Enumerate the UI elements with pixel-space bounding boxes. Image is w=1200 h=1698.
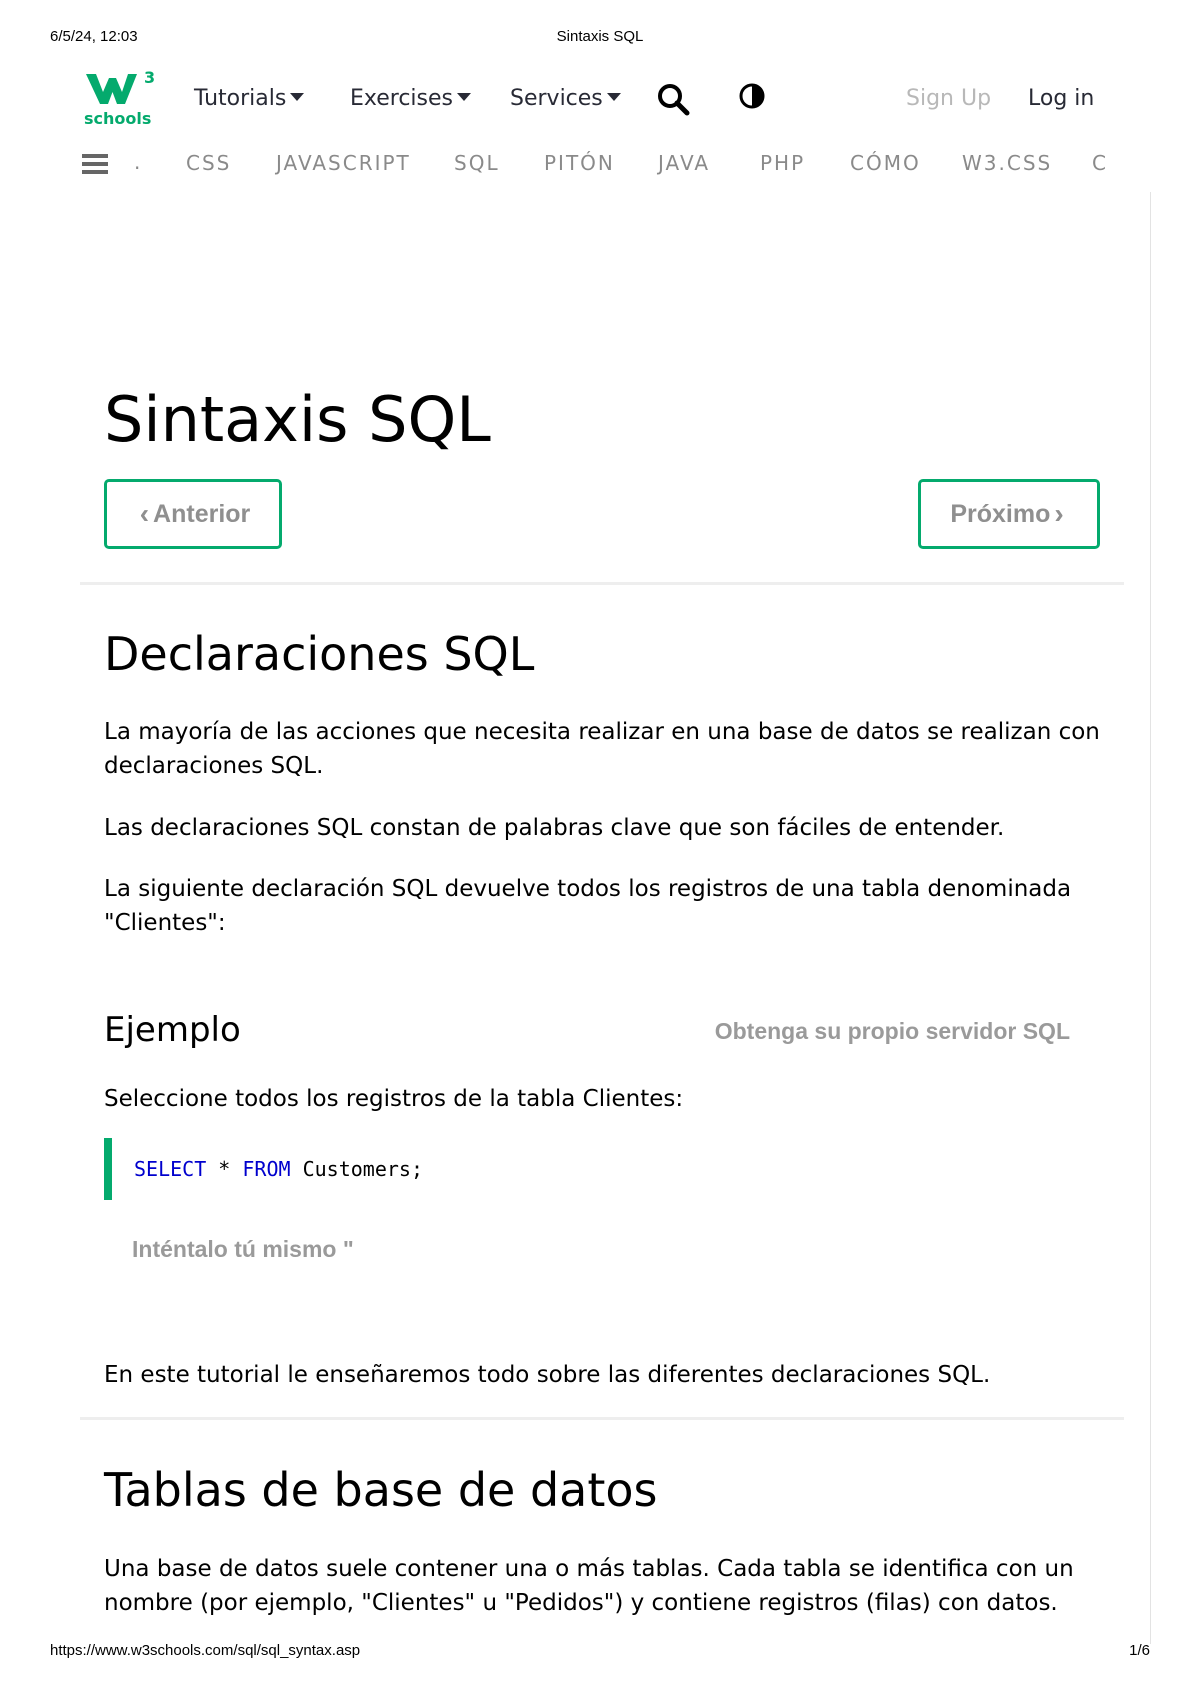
paragraph: La siguiente declaración SQL devuelve to… — [104, 876, 1072, 936]
paragraph: Las declaraciones SQL constan de palabra… — [104, 815, 1005, 841]
print-header: 6/5/24, 12:03 Sintaxis SQL — [50, 28, 1150, 48]
section-heading-tablas: Tablas de base de datos — [104, 1463, 658, 1517]
login-link[interactable]: Log in — [1028, 86, 1094, 111]
topic-c[interactable]: C — [1092, 151, 1108, 175]
topic-javascript[interactable]: JAVASCRIPT — [276, 151, 411, 175]
w3schools-logo[interactable]: 3 schools — [80, 66, 160, 128]
services-label: Services — [510, 86, 603, 111]
chevron-left-icon: ‹ — [139, 498, 150, 529]
signup-link[interactable]: Sign Up — [906, 86, 991, 111]
code-text: Customers; — [290, 1157, 423, 1181]
page-title: Sintaxis SQL — [104, 383, 491, 456]
print-title: Sintaxis SQL — [556, 28, 644, 45]
previous-button[interactable]: ‹ Anterior — [104, 479, 282, 549]
next-button[interactable]: Próximo › — [918, 479, 1100, 549]
paragraph: En este tutorial le enseñaremos todo sob… — [104, 1362, 991, 1388]
tutorials-menu[interactable]: Tutorials — [194, 86, 305, 111]
topic-w3css[interactable]: W3.CSS — [962, 151, 1052, 175]
paragraph: La mayoría de las acciones que necesita … — [104, 719, 1100, 779]
caret-down-icon — [606, 93, 621, 101]
caret-down-icon — [457, 93, 472, 101]
previous-label: Anterior — [153, 499, 251, 528]
example-heading: Ejemplo — [104, 1010, 241, 1050]
svg-text:schools: schools — [84, 109, 151, 128]
tutorials-label: Tutorials — [194, 86, 287, 111]
code-keyword: FROM — [242, 1157, 291, 1181]
exercises-label: Exercises — [350, 86, 454, 111]
svg-text:3: 3 — [144, 68, 155, 87]
print-footer: https://www.w3schools.com/sql/sql_syntax… — [50, 1642, 1150, 1662]
topic-sql[interactable]: SQL — [454, 151, 500, 175]
topic-php[interactable]: PHP — [760, 151, 805, 175]
get-sql-server-link[interactable]: Obtenga su propio servidor SQL — [715, 1018, 1070, 1045]
example-description: Seleccione todos los registros de la tab… — [104, 1086, 684, 1112]
topics-dot: . — [134, 150, 141, 174]
divider — [80, 582, 1124, 585]
print-page-number: 1/6 — [1129, 1642, 1150, 1659]
top-navigation: 3 schools Tutorials Exercises Services S… — [80, 62, 1120, 132]
code-keyword: SELECT — [134, 1157, 207, 1181]
topic-java[interactable]: JAVA — [658, 151, 710, 175]
search-icon[interactable] — [656, 82, 692, 118]
topics-bar: . CSS JAVASCRIPT SQL PITÓN JAVA PHP CÓMO… — [80, 148, 1110, 184]
exercises-menu[interactable]: Exercises — [350, 86, 472, 111]
topic-css[interactable]: CSS — [186, 151, 231, 175]
contrast-toggle-icon[interactable] — [736, 82, 772, 118]
code-example: SELECT * FROM Customers; — [104, 1138, 1084, 1200]
divider — [80, 1417, 1124, 1420]
code-text: * — [206, 1157, 243, 1181]
caret-down-icon — [290, 93, 305, 101]
chevron-right-icon: › — [1054, 498, 1064, 529]
paragraph: Una base de datos suele contener una o m… — [104, 1556, 1074, 1616]
next-label: Próximo — [950, 499, 1051, 528]
try-it-yourself-link[interactable]: Inténtalo tú mismo " — [132, 1236, 354, 1263]
print-url: https://www.w3schools.com/sql/sql_syntax… — [50, 1642, 361, 1659]
menu-icon[interactable] — [82, 154, 108, 176]
topic-como[interactable]: CÓMO — [850, 151, 921, 175]
content-border — [1150, 192, 1151, 1644]
topic-piton[interactable]: PITÓN — [544, 151, 615, 175]
services-menu[interactable]: Services — [510, 86, 621, 111]
section-heading-declaraciones: Declaraciones SQL — [104, 627, 535, 681]
